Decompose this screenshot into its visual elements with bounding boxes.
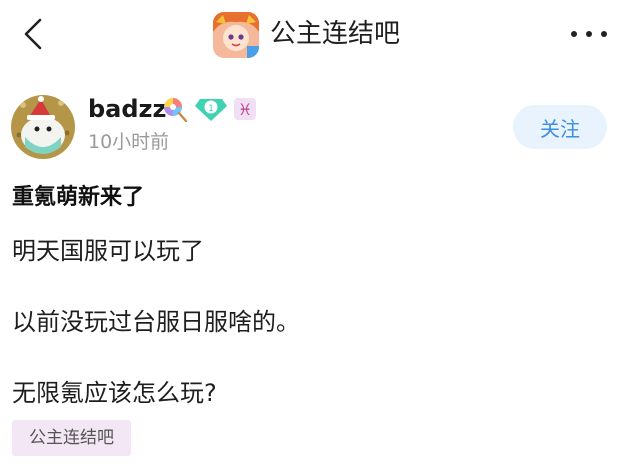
zodiac-pisces-icon: ♓	[234, 98, 256, 120]
lollipop-icon	[164, 98, 188, 122]
forum-avatar[interactable]	[213, 12, 259, 58]
more-dots-icon[interactable]	[568, 22, 610, 46]
author-name[interactable]: badzz	[88, 94, 167, 124]
chevron-left-icon[interactable]	[18, 14, 50, 54]
author-badges: 1 ♓	[162, 96, 256, 122]
post-line: 以前没玩过台服日服啥的。	[12, 308, 300, 336]
forum-title[interactable]: 公主连结吧	[270, 17, 400, 51]
post-line: 无限氪应该怎么玩?	[12, 379, 217, 407]
post-title: 重氪萌新来了	[12, 185, 145, 210]
level-diamond-icon: 1	[195, 99, 227, 121]
post-line: 明天国服可以玩了	[12, 237, 204, 265]
author-avatar-image	[11, 95, 75, 159]
follow-button[interactable]: 关注	[513, 105, 607, 149]
level-number: 1	[208, 104, 214, 114]
forum-tag[interactable]: 公主连结吧	[12, 420, 131, 456]
author-avatar[interactable]	[11, 95, 75, 159]
forum-avatar-image	[213, 12, 259, 58]
top-bar: 公主连结吧	[0, 0, 640, 72]
post-time: 10小时前	[88, 131, 170, 153]
